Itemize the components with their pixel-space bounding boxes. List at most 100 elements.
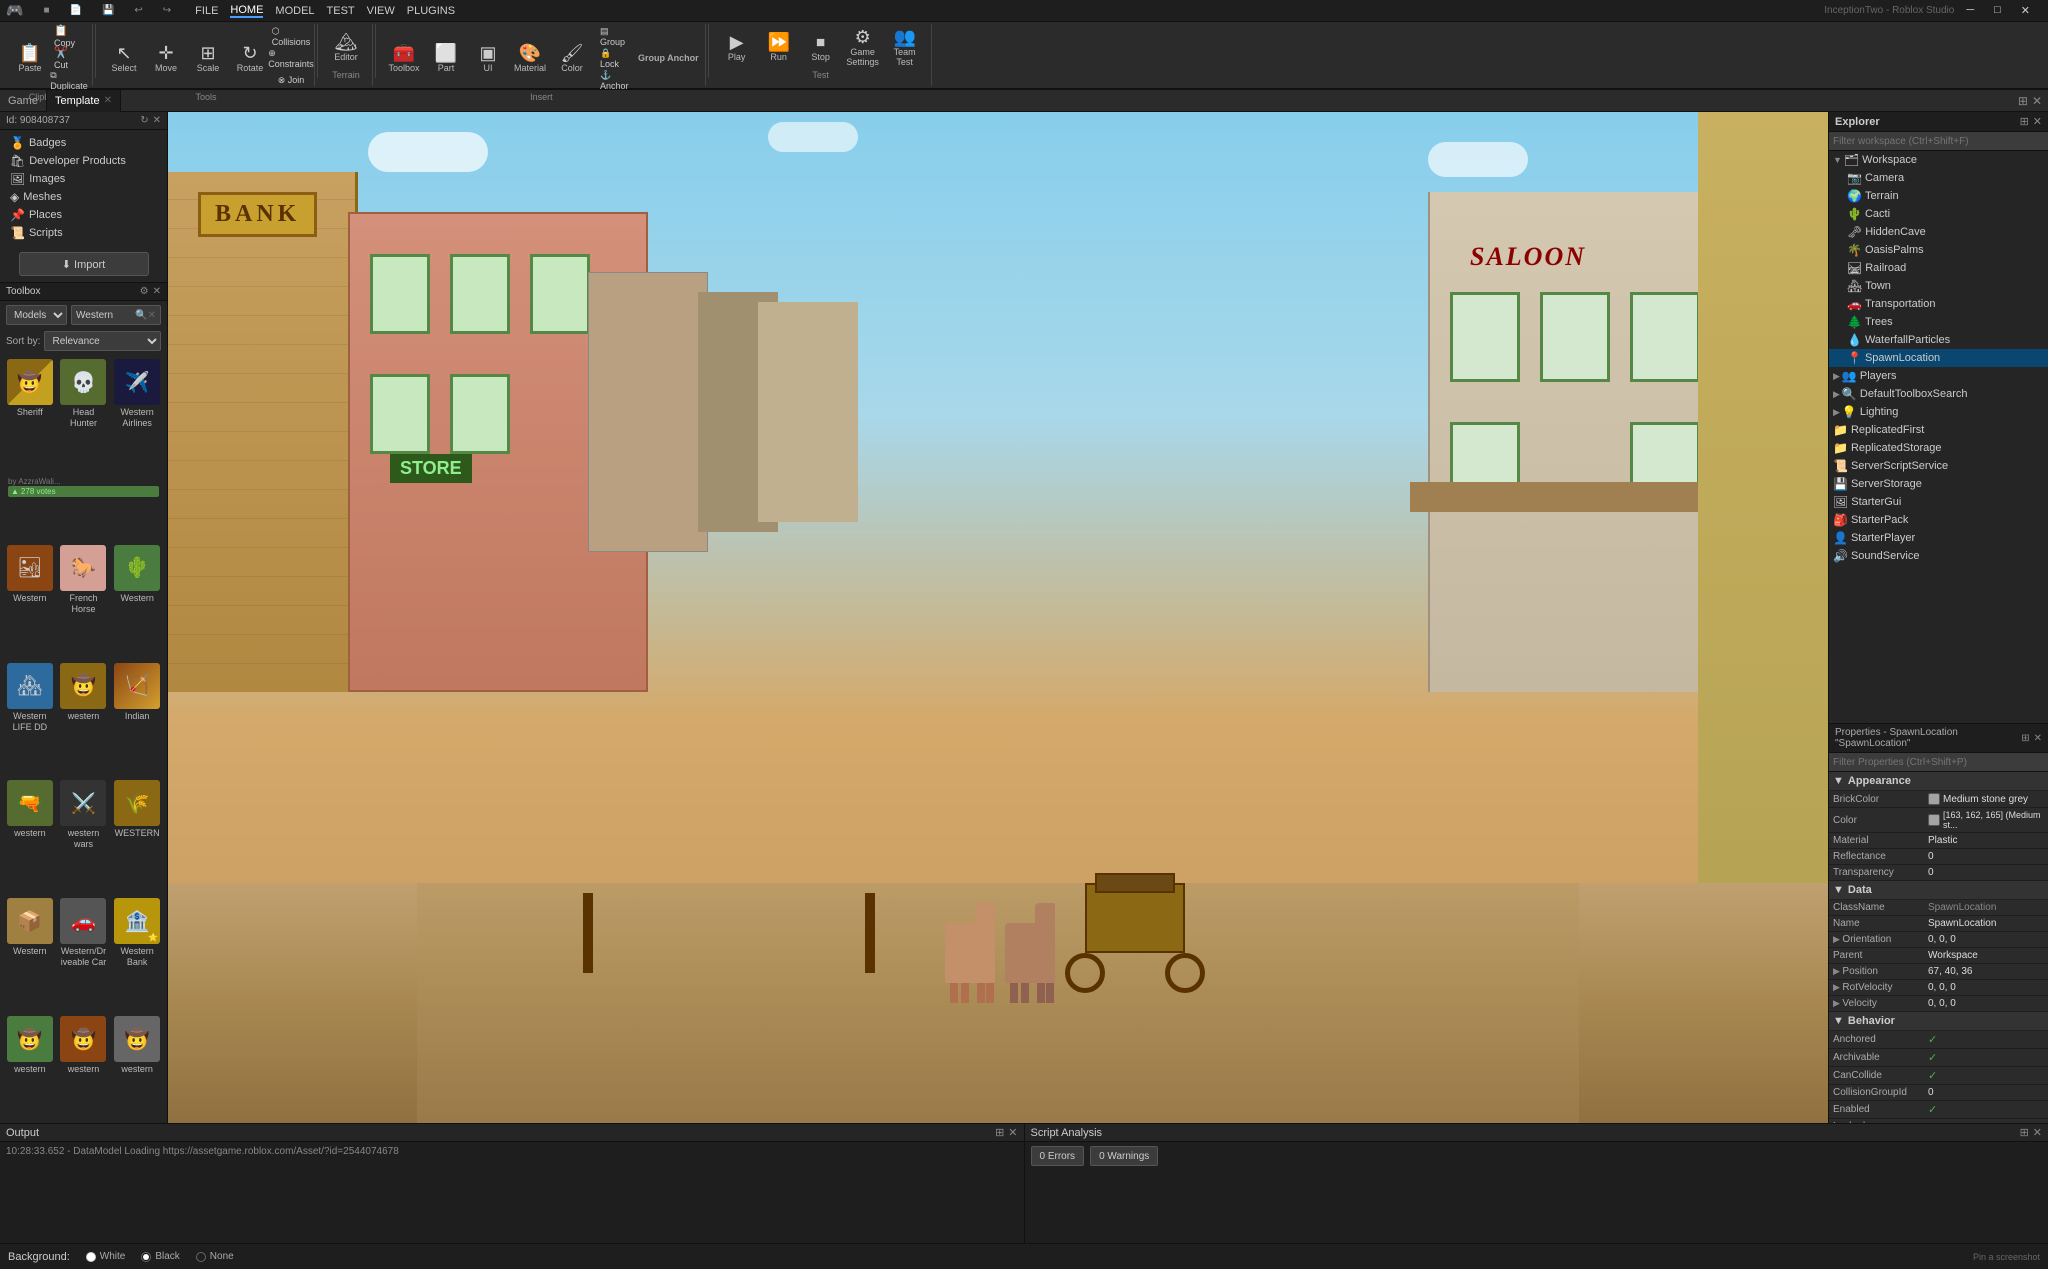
collisions-button[interactable]: ⬡ Collisions: [274, 26, 308, 46]
model-item-sheriff[interactable]: 🤠 Sheriff: [4, 357, 56, 473]
exp-waterfallparticles[interactable]: 💧 WaterfallParticles: [1829, 331, 2048, 349]
exp-default-toolbox[interactable]: ▶ 🔍 DefaultToolboxSearch: [1829, 385, 2048, 403]
explorer-close-icon[interactable]: ✕: [2033, 115, 2042, 128]
select-button[interactable]: ↖ Select: [104, 37, 144, 79]
errors-button[interactable]: 0 Errors: [1031, 1146, 1085, 1166]
menu-plugins[interactable]: PLUGINS: [407, 5, 455, 17]
tree-item-badges[interactable]: 🏅 Badges: [0, 134, 167, 152]
exp-starterplayer[interactable]: 👤 StarterPlayer: [1829, 529, 2048, 547]
tree-item-meshes[interactable]: ◈ Meshes: [0, 188, 167, 206]
model-item-western6[interactable]: 🤠 western: [4, 1014, 56, 1119]
join-button[interactable]: ⊗ Join: [274, 70, 308, 90]
exp-camera[interactable]: 📷 Camera: [1829, 169, 2048, 187]
props-close-icon[interactable]: ✕: [2034, 733, 2042, 744]
model-item-western1[interactable]: 🏜 Western: [4, 543, 56, 659]
warnings-button[interactable]: 0 Warnings: [1090, 1146, 1158, 1166]
model-item-indian[interactable]: 🏹 Indian: [111, 661, 163, 777]
scale-button[interactable]: ⊞ Scale: [188, 37, 228, 79]
template-tab-close[interactable]: ✕: [104, 95, 112, 106]
output-close-icon[interactable]: ✕: [1008, 1126, 1017, 1139]
viewport[interactable]: BANK STORE: [168, 112, 1828, 1123]
toolbox-close-icon[interactable]: ✕: [153, 286, 161, 297]
duplicate-button[interactable]: ⧉ Duplicate: [52, 70, 86, 90]
exp-soundservice[interactable]: 🔊 SoundService: [1829, 547, 2048, 565]
template-refresh-btn[interactable]: ↻: [140, 115, 148, 126]
constraints-button[interactable]: ⊕ Constraints: [274, 48, 308, 68]
model-item-airlines[interactable]: ✈️ Western Airlines: [111, 357, 163, 473]
behavior-header[interactable]: ▼ Behavior: [1829, 1012, 2048, 1031]
explorer-expand-icon[interactable]: ⊞: [2020, 115, 2029, 128]
exp-lighting[interactable]: ▶ 💡 Lighting: [1829, 403, 2048, 421]
exp-workspace[interactable]: ▼ 🗂 Workspace: [1829, 151, 2048, 169]
maximize-btn[interactable]: □: [1994, 4, 2001, 17]
material-button[interactable]: 🎨 Material: [510, 37, 550, 79]
model-item-western4[interactable]: 🔫 western: [4, 778, 56, 894]
model-item-western3[interactable]: 🤠 western: [58, 661, 110, 777]
model-item-western2[interactable]: 🌵 Western: [111, 543, 163, 659]
lock-button[interactable]: 🔒 Lock: [598, 48, 632, 68]
model-item-driveable[interactable]: 🚗 Western/Driveable Car: [58, 896, 110, 1012]
tree-item-scripts[interactable]: 📜 Scripts: [0, 224, 167, 242]
exp-replicatedstorage[interactable]: 📁 ReplicatedStorage: [1829, 439, 2048, 457]
run-button[interactable]: ⏩ Run: [759, 26, 799, 68]
game-tab[interactable]: Game: [0, 90, 47, 112]
exp-replicatedfirst[interactable]: 📁 ReplicatedFirst: [1829, 421, 2048, 439]
explorer-filter-input[interactable]: [1833, 136, 2044, 147]
template-close-btn[interactable]: ✕: [153, 115, 161, 126]
exp-startergui[interactable]: 🖼 StarterGui: [1829, 493, 2048, 511]
model-item-life[interactable]: 🏘 Western LIFE DD: [4, 661, 56, 777]
group-button[interactable]: ▤ Group: [598, 26, 632, 46]
exp-terrain[interactable]: 🌍 Terrain: [1829, 187, 2048, 205]
terrain-editor-button[interactable]: 🏔 Editor: [326, 26, 366, 68]
black-bg-option[interactable]: Black: [141, 1251, 179, 1262]
model-item-wars[interactable]: ⚔️ western wars: [58, 778, 110, 894]
model-item-crate[interactable]: 📦 Western: [4, 896, 56, 1012]
exp-spawnlocation[interactable]: 📍 SpawnLocation: [1829, 349, 2048, 367]
copy-button[interactable]: 📋 Copy: [52, 26, 86, 46]
anchor-button[interactable]: ⚓ Anchor: [598, 70, 632, 90]
exp-serverstorage[interactable]: 💾 ServerStorage: [1829, 475, 2048, 493]
exp-players[interactable]: ▶ 👥 Players: [1829, 367, 2048, 385]
play-button[interactable]: ▶ Play: [717, 26, 757, 68]
menu-model[interactable]: MODEL: [275, 5, 314, 17]
menu-view[interactable]: VIEW: [367, 5, 395, 17]
exp-hiddencave[interactable]: 🗝 HiddenCave: [1829, 223, 2048, 241]
tree-item-developer-products[interactable]: 🛍 Developer Products: [0, 152, 167, 170]
game-settings-button[interactable]: ⚙ GameSettings: [843, 26, 883, 68]
exp-trees[interactable]: 🌲 Trees: [1829, 313, 2048, 331]
exp-oasispalms[interactable]: 🌴 OasisPalms: [1829, 241, 2048, 259]
model-item-western5[interactable]: 🌾 WESTERN: [111, 778, 163, 894]
rotate-button[interactable]: ↻ Rotate: [230, 37, 270, 79]
ui-button[interactable]: ▣ UI: [468, 37, 508, 79]
menu-home[interactable]: HOME: [230, 4, 263, 18]
part-button[interactable]: ⬜ Part: [426, 37, 466, 79]
props-expand-icon[interactable]: ⊞: [2021, 733, 2029, 744]
cut-button[interactable]: ✂️ Cut: [52, 48, 86, 68]
model-item-western8[interactable]: 🤠 western: [111, 1014, 163, 1119]
stop-button[interactable]: ⏹ Stop: [801, 26, 841, 68]
model-item-french-horse[interactable]: 🐎 French Horse: [58, 543, 110, 659]
exp-cacti[interactable]: 🌵 Cacti: [1829, 205, 2048, 223]
tab-expand-btn[interactable]: ⊞: [2018, 94, 2028, 108]
data-header[interactable]: ▼ Data: [1829, 881, 2048, 900]
menu-file[interactable]: FILE: [195, 5, 218, 17]
props-filter-input[interactable]: [1833, 757, 2044, 768]
model-item-bank[interactable]: 🏦 ⭐ Western Bank: [111, 896, 163, 1012]
white-bg-option[interactable]: White: [86, 1251, 126, 1262]
toolbox-settings-icon[interactable]: ⚙: [140, 286, 149, 297]
toolbox-button[interactable]: 🧰 Toolbox: [384, 37, 424, 79]
model-item-western7[interactable]: 🤠 western: [58, 1014, 110, 1119]
menu-test[interactable]: TEST: [327, 5, 355, 17]
sort-select[interactable]: Relevance: [44, 331, 161, 351]
exp-serverscriptservice[interactable]: 📜 ServerScriptService: [1829, 457, 2048, 475]
tree-item-places[interactable]: 📌 Places: [0, 206, 167, 224]
exp-railroad[interactable]: 🛤 Railroad: [1829, 259, 2048, 277]
model-item-headhunter[interactable]: 💀 Head Hunter: [58, 357, 110, 473]
import-button[interactable]: ⬇ Import: [19, 252, 149, 276]
tree-item-images[interactable]: 🖼 Images: [0, 170, 167, 188]
exp-transportation[interactable]: 🚗 Transportation: [1829, 295, 2048, 313]
script-expand-icon[interactable]: ⊞: [2020, 1126, 2029, 1139]
close-btn[interactable]: ✕: [2021, 4, 2030, 17]
template-tab[interactable]: Template ✕: [47, 90, 121, 112]
exp-starterpack[interactable]: 🎒 StarterPack: [1829, 511, 2048, 529]
